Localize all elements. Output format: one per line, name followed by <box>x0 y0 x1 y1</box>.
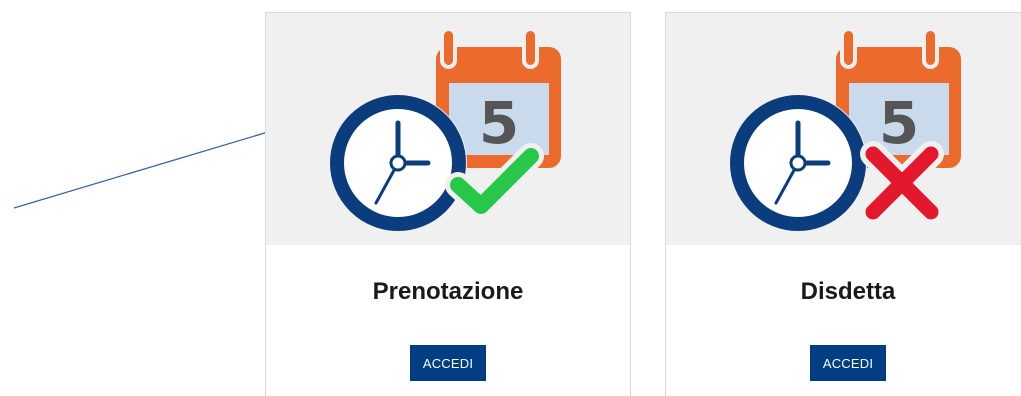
clock-icon <box>329 94 467 232</box>
cancellation-card[interactable]: 5 Disdetta ACCEDI <box>665 12 1021 396</box>
cancellation-title: Disdetta <box>800 278 896 305</box>
calendar-day: 5 <box>879 89 919 157</box>
cancellation-card-image: 5 <box>666 13 1021 245</box>
clock-icon <box>729 94 867 232</box>
booking-title: Prenotazione <box>372 278 524 305</box>
booking-card-image: 5 <box>266 13 630 245</box>
booking-illustration: 5 <box>329 27 561 232</box>
page: 5 Prenotazione ACCEDI 5 Disdetta ACCEDI <box>0 0 1021 396</box>
cancellation-access-button[interactable]: ACCEDI <box>810 345 886 381</box>
booking-card[interactable]: 5 Prenotazione ACCEDI <box>265 12 631 396</box>
booking-access-button[interactable]: ACCEDI <box>410 345 486 381</box>
cancellation-illustration: 5 <box>729 27 961 232</box>
calendar-day: 5 <box>479 89 519 157</box>
